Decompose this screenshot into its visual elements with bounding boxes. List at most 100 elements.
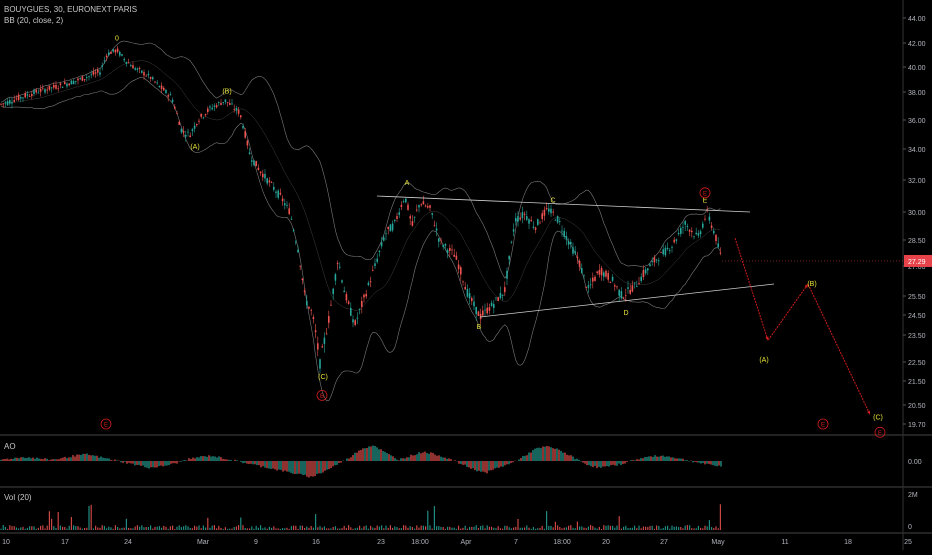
volume-bar: [715, 526, 716, 530]
candle-body: [625, 295, 627, 296]
volume-bar: [561, 528, 562, 530]
ao-bar: [248, 461, 249, 464]
volume-bar: [170, 526, 171, 530]
ao-bar: [64, 457, 65, 461]
candle-body: [574, 252, 576, 254]
candle-body: [84, 79, 86, 80]
candle-body: [438, 238, 440, 241]
volume-bar: [537, 528, 538, 530]
ao-bar: [204, 456, 205, 461]
volume-bar: [245, 528, 246, 530]
ao-bar: [420, 453, 421, 461]
ao-bar: [702, 461, 703, 463]
candle-body: [535, 228, 537, 230]
candle-body: [475, 307, 477, 314]
candle-body: [418, 205, 420, 207]
candle-body: [548, 209, 550, 212]
candle-body: [240, 115, 242, 117]
x-tick-label: 18:00: [553, 539, 571, 546]
candle-body: [607, 273, 609, 280]
volume-bar: [251, 526, 252, 530]
volume-bar: [176, 527, 177, 530]
ao-bar: [356, 453, 357, 461]
candle-body: [49, 86, 51, 90]
volume-bar: [304, 528, 305, 530]
ao-bar: [282, 461, 283, 472]
candle-body: [412, 221, 414, 226]
ao-bar: [30, 458, 31, 461]
ao-bar: [202, 456, 203, 461]
ao-legend: AO: [4, 441, 16, 452]
candle-body: [297, 250, 299, 252]
ao-bar: [426, 453, 427, 461]
candle-body: [546, 208, 548, 209]
ao-bar: [32, 458, 33, 461]
volume-bar: [581, 526, 582, 530]
candle-body: [445, 244, 447, 246]
volume-bar: [231, 529, 232, 530]
ao-bar: [490, 461, 491, 470]
candle-body: [695, 233, 697, 234]
ao-bar: [170, 461, 171, 464]
volume-bar: [636, 528, 637, 530]
candle-body: [720, 253, 722, 254]
y-tick-label: 34.00: [908, 147, 926, 154]
chart-stage[interactable]: 0(B)(A)ACEBD(C)(A)(B)(C)BEEEE 0.00 2M0 4…: [0, 0, 932, 550]
candle-body: [717, 243, 719, 247]
volume-bar: [509, 527, 510, 530]
ao-bar: [108, 458, 109, 461]
ao-bar: [670, 457, 671, 461]
volume-bar: [357, 528, 358, 530]
candle-body: [40, 89, 42, 92]
volume-bar: [566, 527, 567, 530]
candle-body: [544, 210, 546, 216]
ao-bar: [46, 459, 47, 461]
ao-bar: [292, 461, 293, 474]
volume-bar: [491, 527, 492, 530]
volume-bar: [660, 529, 661, 530]
volume-bar: [154, 527, 155, 530]
volume-bar: [693, 528, 694, 530]
candle-body: [66, 84, 68, 87]
volume-bar: [80, 528, 81, 530]
candle-body: [7, 101, 9, 105]
ao-label[interactable]: AO: [4, 441, 16, 452]
volume-bar: [524, 527, 525, 530]
ao-bar: [362, 448, 363, 461]
ao-bar: [310, 461, 311, 476]
chart-canvas[interactable]: 0(B)(A)ACEBD(C)(A)(B)(C)BEEEE 0.00 2M0 4…: [0, 0, 932, 550]
volume-bar: [707, 526, 708, 530]
candle-body: [13, 100, 15, 102]
candle-body: [662, 249, 664, 254]
ao-bar: [492, 461, 493, 470]
volume-bar: [58, 512, 59, 530]
ao-bar: [414, 455, 415, 461]
volume-bar: [326, 528, 327, 530]
volume-bar: [128, 528, 129, 530]
volume-bar: [572, 528, 573, 530]
ao-bar: [636, 459, 637, 461]
candle-body: [596, 272, 598, 274]
candle-body: [187, 132, 189, 133]
vol-label[interactable]: Vol (20): [4, 492, 32, 503]
volume-bar: [691, 528, 692, 530]
volume-bar: [399, 528, 400, 530]
volume-bar: [77, 526, 78, 530]
bb-basis: [1, 61, 720, 311]
volume-bar: [550, 526, 551, 530]
symbol-title[interactable]: BOUYGUES, 30, EURONEXT PARIS: [4, 4, 137, 15]
ao-bar: [430, 452, 431, 461]
candle-body: [517, 216, 519, 221]
ao-bar: [560, 451, 561, 461]
candle-body: [350, 308, 352, 316]
volume-bar: [319, 526, 320, 530]
volume-bar: [414, 529, 415, 530]
ao-bar: [24, 458, 25, 461]
volume-bar: [7, 529, 8, 530]
candle-body: [566, 236, 568, 239]
volume-bar: [638, 526, 639, 530]
bb-indicator-label[interactable]: BB (20, close, 2): [4, 15, 137, 26]
candle-body: [33, 90, 35, 94]
volume-bar: [586, 528, 587, 530]
wave-circle-label: E: [104, 423, 108, 429]
